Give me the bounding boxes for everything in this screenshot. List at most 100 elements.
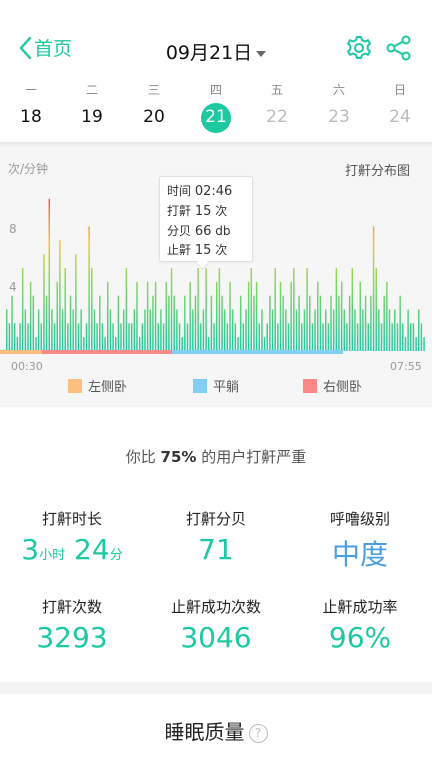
tooltip-time: 02:46 xyxy=(194,184,233,199)
snore-bar xyxy=(8,323,11,351)
help-icon[interactable]: ? xyxy=(248,724,268,743)
snore-bar xyxy=(330,295,332,351)
snore-bar xyxy=(200,323,202,351)
snore-bar xyxy=(356,323,359,351)
snore-bar xyxy=(53,323,56,351)
day-20[interactable]: 三 20 xyxy=(129,80,179,132)
stat-label: 打鼾次数 xyxy=(41,598,102,616)
gear-icon[interactable] xyxy=(346,35,372,61)
snore-bar xyxy=(67,323,69,351)
snore-bar xyxy=(120,323,122,351)
snore-bar xyxy=(61,309,64,351)
snore-bar xyxy=(16,337,19,351)
stat-duration: 打鼾时长 3小时 24分 xyxy=(0,508,144,566)
start-time: 00:30 xyxy=(11,360,43,373)
legend-swatch xyxy=(303,378,317,393)
stat-level: 呼噜级别 中度 xyxy=(288,508,432,573)
snore-bar xyxy=(85,323,88,351)
snore-bar xyxy=(99,295,101,351)
day-number: 19 xyxy=(67,102,117,132)
snore-bar xyxy=(412,323,415,351)
snore-bar xyxy=(19,323,21,351)
comparison-prefix: 你比 xyxy=(125,448,156,466)
snore-bar xyxy=(112,323,114,351)
day-21[interactable]: 四 21 xyxy=(191,80,241,133)
duration-minutes: 24 xyxy=(74,533,110,566)
snore-bar xyxy=(11,295,13,351)
day-number-text: 20 xyxy=(143,107,165,127)
day-number-text: 24 xyxy=(389,107,411,127)
snore-bar xyxy=(138,337,141,351)
snore-bar xyxy=(324,309,327,351)
snore-bar xyxy=(170,268,173,351)
comparison-text: 你比 75% 的用户打鼾严重 xyxy=(0,446,432,467)
snore-bar xyxy=(27,323,29,351)
snore-bar xyxy=(295,309,298,351)
snore-bar xyxy=(96,323,98,351)
snore-bar xyxy=(109,309,112,351)
section-divider xyxy=(0,682,432,694)
snore-bar xyxy=(317,281,319,351)
tooltip-time-label: 时间 xyxy=(167,184,192,198)
snore-bar xyxy=(101,323,104,351)
snore-bar xyxy=(146,281,149,351)
end-time: 07:55 xyxy=(390,360,422,373)
snore-bar xyxy=(359,281,361,351)
stat-value: 71 xyxy=(198,533,234,566)
share-icon[interactable] xyxy=(386,35,412,61)
snore-bar xyxy=(245,309,247,351)
stat-value: 3小时 24分 xyxy=(0,533,144,566)
snore-bar xyxy=(410,323,412,351)
legend-label: 左侧卧 xyxy=(88,380,128,395)
legend-right-side: 右侧卧 xyxy=(303,376,362,395)
snore-bar xyxy=(88,226,90,351)
snore-bar xyxy=(383,295,385,351)
snore-bar xyxy=(261,309,263,351)
snore-bar xyxy=(59,240,61,351)
snore-bar xyxy=(178,323,181,351)
snore-bar xyxy=(380,323,383,351)
snore-bar xyxy=(332,309,335,351)
snore-bar xyxy=(107,281,109,351)
comparison-suffix: 的用户打鼾严重 xyxy=(201,448,307,466)
snore-bar xyxy=(279,281,282,351)
chart-tooltip: 时间 02:46 打鼾 15 次 分贝 66 db 止鼾 15 次 xyxy=(159,176,253,270)
snore-bar xyxy=(367,323,369,351)
legend-label: 右侧卧 xyxy=(323,380,363,395)
snore-bar xyxy=(45,295,48,351)
duration-hours: 3 xyxy=(21,533,40,566)
snore-bar xyxy=(364,295,367,351)
snore-bar xyxy=(226,323,229,351)
snore-bar xyxy=(290,281,292,351)
snore-bar xyxy=(128,323,130,351)
day-number: 22 xyxy=(252,102,302,132)
snore-bar xyxy=(388,309,391,351)
snore-bar xyxy=(258,323,260,351)
day-19[interactable]: 二 19 xyxy=(67,80,117,132)
weekday-label: 五 xyxy=(270,83,283,97)
day-18[interactable]: 一 18 xyxy=(6,80,56,132)
hours-unit: 小时 xyxy=(39,548,66,563)
snore-bar xyxy=(239,295,242,351)
snore-bar xyxy=(186,323,189,351)
snore-bar xyxy=(309,295,311,351)
snore-bar xyxy=(202,309,205,351)
snore-bar xyxy=(29,281,32,351)
snore-bar xyxy=(13,323,16,351)
snore-bar xyxy=(234,323,237,351)
stat-value: 中度 xyxy=(331,538,388,571)
snore-bar xyxy=(43,254,45,351)
legend-supine: 平躺 xyxy=(193,376,239,395)
snore-bar xyxy=(402,323,404,351)
snore-bar xyxy=(83,337,85,351)
snore-bar xyxy=(114,337,117,351)
legend-left-side: 左侧卧 xyxy=(68,376,127,395)
position-segment-left xyxy=(0,350,42,354)
snore-bar xyxy=(176,309,178,351)
snore-bar xyxy=(189,281,191,351)
snore-bar xyxy=(218,268,221,351)
snore-bar xyxy=(394,309,396,351)
snore-bar xyxy=(192,309,194,351)
day-number: 23 xyxy=(314,102,364,132)
snore-bar xyxy=(348,295,351,351)
